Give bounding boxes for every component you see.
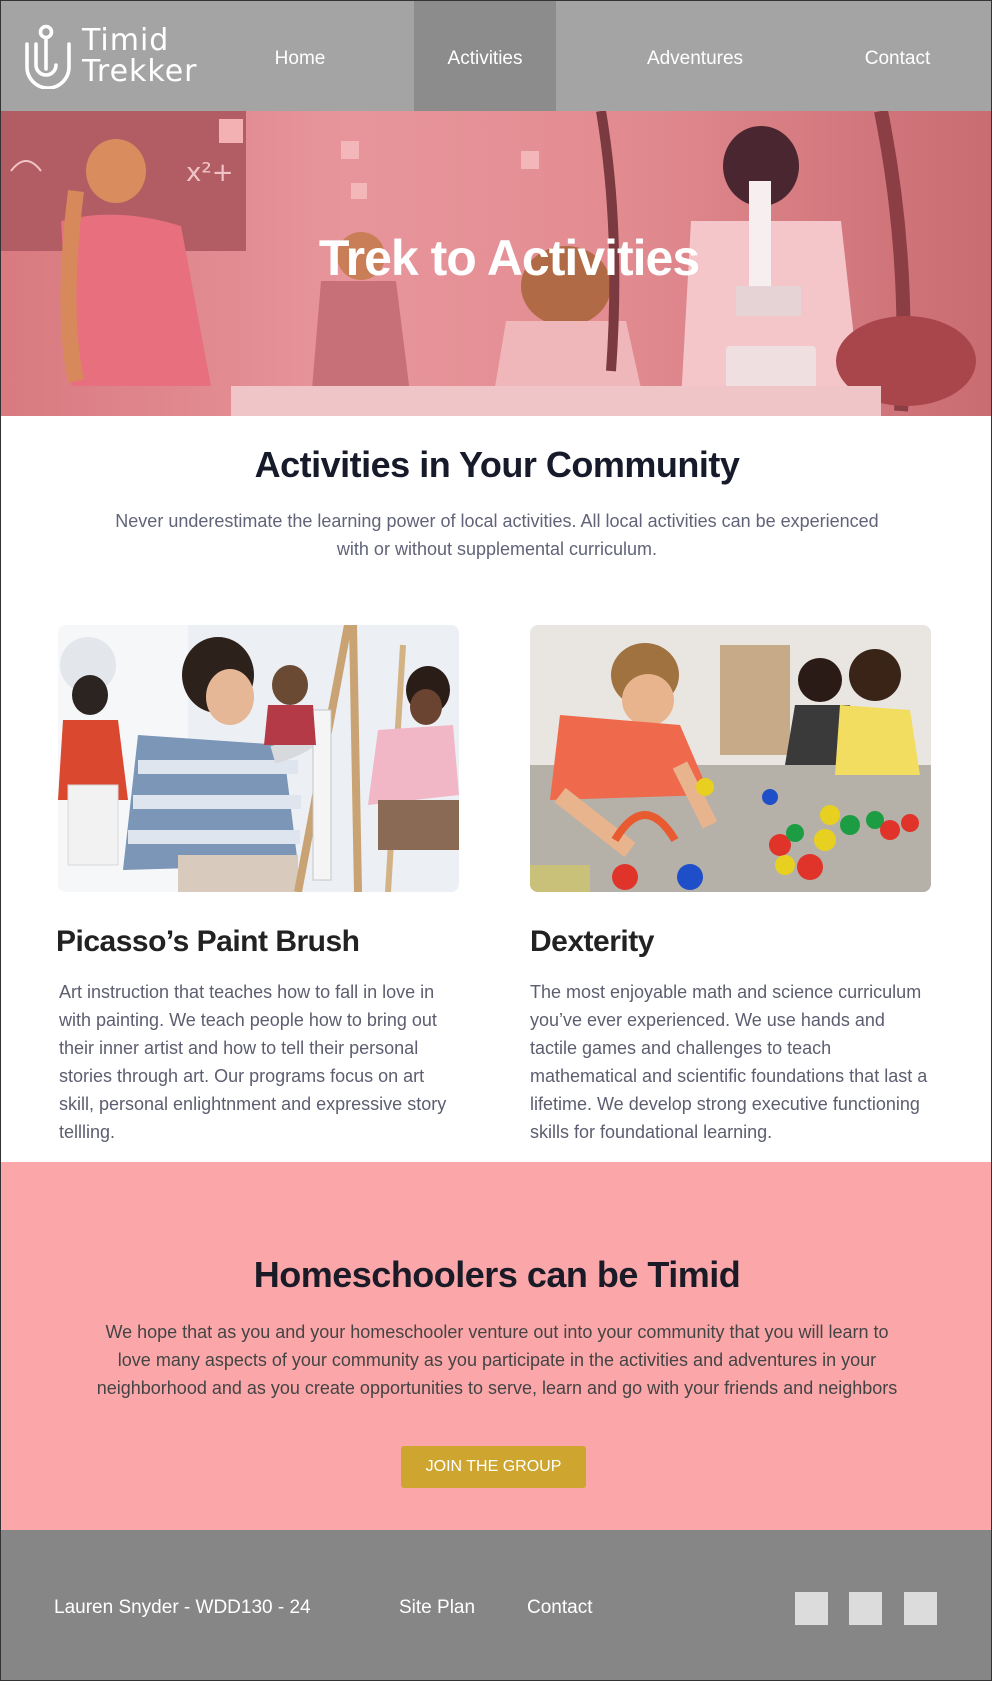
social-icon-3[interactable] [904,1592,937,1625]
svg-text:x²+: x²+ [186,158,234,188]
card-image-painting [58,625,459,892]
children-playing-with-colorful-toys-photo [530,625,931,892]
card-title-dexterity: Dexterity [530,925,654,958]
cta-section: Homeschoolers can be Timid We hope that … [1,1162,991,1530]
nav-activities[interactable]: Activities [414,1,556,111]
card-image-dexterity [530,625,931,892]
logo-text: Timid Trekker [82,25,198,87]
social-icon-1[interactable] [795,1592,828,1625]
intro-title: Activities in Your Community [254,444,740,485]
footer-credit: Lauren Snyder - WDD130 - 24 [54,1597,311,1618]
hero-banner: x²+ Trek to Activities [1,111,991,416]
top-nav: Timid Trekker Home Activities Adventures… [1,1,991,111]
card-title-painting: Picasso’s Paint Brush [56,925,360,958]
join-group-button[interactable]: JOIN THE GROUP [401,1446,586,1488]
logo-line-2: Trekker [82,54,198,89]
nav-contact[interactable]: Contact [831,1,964,111]
logo-line-1: Timid [82,23,170,58]
cta-text: We hope that as you and your homeschoole… [96,1322,898,1398]
intro-text: Never underestimate the learning power o… [115,511,879,559]
page-frame: Timid Trekker Home Activities Adventures… [0,0,992,1681]
cta-title: Homeschoolers can be Timid [253,1254,741,1295]
card-text-dexterity: The most enjoyable math and science curr… [530,982,928,1142]
nav-home[interactable]: Home [231,1,369,111]
nav-adventures[interactable]: Adventures [615,1,775,111]
students-painting-at-easels-photo [58,625,459,892]
u-shaped-trekker-logo-icon [25,24,71,89]
social-icon-2[interactable] [849,1592,882,1625]
logo[interactable]: Timid Trekker [23,23,203,89]
footer: Lauren Snyder - WDD130 - 24 Site Plan Co… [1,1530,991,1680]
footer-link-contact[interactable]: Contact [527,1597,592,1619]
footer-link-site-plan[interactable]: Site Plan [399,1597,475,1619]
hero-title: Trek to Activities [318,230,700,286]
card-text-painting: Art instruction that teaches how to fall… [59,982,447,1142]
